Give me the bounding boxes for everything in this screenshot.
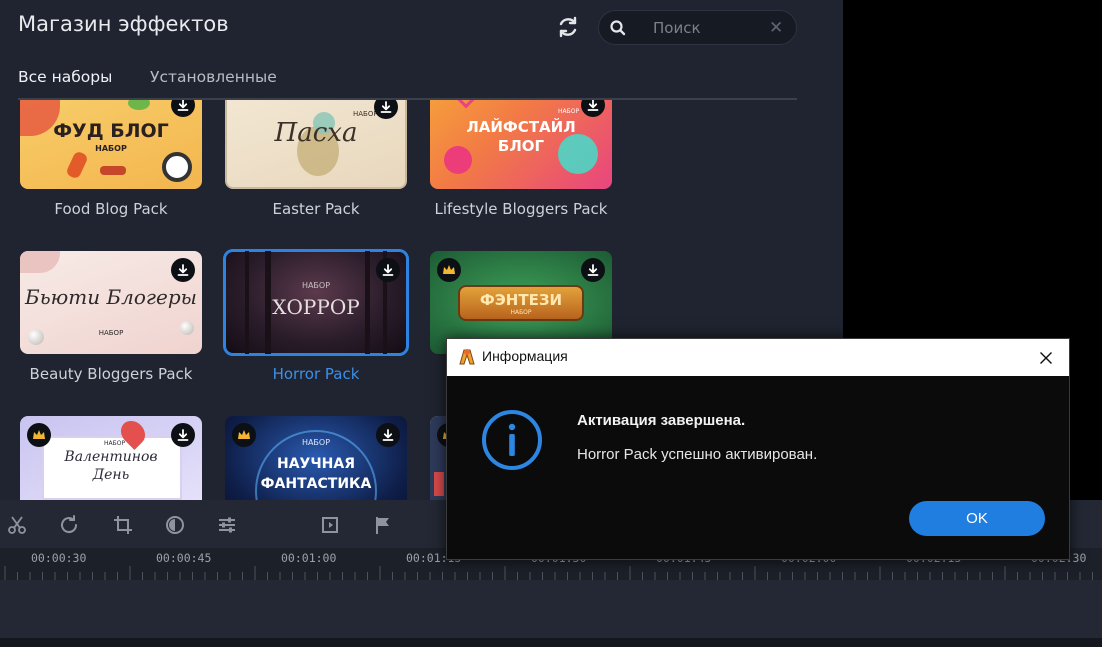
pack-thumbnail[interactable]: Бьюти Блогеры НАБОР bbox=[20, 251, 202, 354]
rotate-button[interactable] bbox=[56, 512, 82, 538]
pack-thumb-title: НАУЧНАЯ ФАНТАСТИКА bbox=[260, 456, 372, 492]
search-icon bbox=[610, 20, 626, 36]
search-box: ✕ bbox=[598, 10, 797, 45]
premium-badge bbox=[27, 423, 51, 447]
crop-icon bbox=[114, 516, 132, 534]
pack-card-beauty[interactable]: Бьюти Блогеры НАБОР Beauty Bloggers Pack bbox=[20, 251, 202, 384]
crown-icon bbox=[238, 430, 250, 439]
sliders-icon bbox=[219, 517, 235, 533]
pack-name: Lifestyle Bloggers Pack bbox=[434, 200, 608, 218]
pack-name: Easter Pack bbox=[272, 200, 360, 218]
scissors-icon bbox=[8, 516, 26, 534]
close-icon bbox=[1040, 352, 1052, 364]
pack-thumbnail[interactable]: Валентинов День НАБОР bbox=[20, 416, 202, 500]
tab-installed[interactable]: Установленные bbox=[150, 68, 277, 86]
pack-thumb-sub: НАБОР bbox=[104, 440, 126, 447]
timeline-track[interactable] bbox=[0, 580, 1102, 638]
pack-thumbnail[interactable]: НАБОР НАУЧНАЯ ФАНТАСТИКА bbox=[225, 416, 407, 500]
download-button[interactable] bbox=[171, 423, 195, 447]
refresh-icon bbox=[559, 16, 577, 38]
pack-name: Beauty Bloggers Pack bbox=[29, 365, 193, 383]
download-icon bbox=[382, 429, 394, 441]
download-button[interactable] bbox=[376, 258, 400, 282]
download-icon bbox=[177, 100, 189, 111]
pack-thumb-sub: НАБОР bbox=[558, 108, 580, 115]
ok-button[interactable]: OK bbox=[909, 501, 1045, 536]
crown-icon bbox=[443, 265, 455, 274]
dialog-heading: Активация завершена. bbox=[577, 412, 746, 429]
info-icon bbox=[482, 410, 542, 470]
app-logo-icon bbox=[459, 349, 475, 365]
pack-name: Food Blog Pack bbox=[54, 200, 168, 218]
tab-all-packs[interactable]: Все наборы bbox=[18, 68, 112, 86]
pack-thumb-sub: НАБОР bbox=[301, 281, 331, 290]
pack-thumb-title: Пасха bbox=[274, 118, 358, 148]
timecode-label: 00:01:00 bbox=[281, 551, 337, 565]
app-window: Магазин эффектов ✕ Все наборы Установлен… bbox=[0, 0, 1102, 647]
download-icon bbox=[587, 100, 599, 111]
pack-thumb-title: ФЭНТЕЗИ bbox=[479, 291, 563, 309]
pack-thumb-title: Валентинов День bbox=[64, 449, 158, 483]
pack-thumb-sub: НАБОР bbox=[510, 309, 532, 316]
premium-badge bbox=[437, 258, 461, 282]
download-icon bbox=[382, 264, 394, 276]
pack-thumb-title: Бьюти Блогеры bbox=[25, 285, 197, 309]
pack-card-horror[interactable]: НАБОР ХОРРОР Horror Pack bbox=[223, 249, 409, 384]
download-button[interactable] bbox=[171, 258, 195, 282]
pack-thumbnail[interactable]: ФУД БЛОГ НАБОР bbox=[20, 100, 202, 189]
premium-badge bbox=[232, 423, 256, 447]
clear-search-icon[interactable]: ✕ bbox=[769, 18, 783, 38]
info-dialog: Информация Активация завершена. Horror P… bbox=[446, 338, 1070, 560]
marker-button[interactable] bbox=[370, 512, 396, 538]
pack-name: Horror Pack bbox=[272, 365, 360, 383]
store-tabs: Все наборы Установленные bbox=[18, 68, 797, 100]
search-input[interactable] bbox=[653, 17, 763, 39]
download-button[interactable] bbox=[171, 100, 195, 117]
pack-thumbnail[interactable]: ЛАЙФСТАЙЛ БЛОГ НАБОР bbox=[430, 100, 612, 189]
pack-card-sci-fi[interactable]: НАБОР НАУЧНАЯ ФАНТАСТИКА bbox=[225, 416, 407, 500]
download-icon bbox=[177, 429, 189, 441]
clip-icon bbox=[322, 517, 338, 533]
pack-card-valentines[interactable]: Валентинов День НАБОР bbox=[20, 416, 202, 500]
pack-thumb-title: ФУД БЛОГ bbox=[53, 120, 169, 142]
store-title: Магазин эффектов bbox=[18, 12, 229, 36]
rotate-icon bbox=[61, 515, 78, 534]
ruler-ticks bbox=[4, 566, 1093, 580]
contrast-icon bbox=[166, 516, 184, 534]
refresh-button[interactable] bbox=[554, 13, 582, 41]
pack-card-food-blog[interactable]: ФУД БЛОГ НАБОР Food Blog Pack bbox=[20, 100, 202, 219]
download-button[interactable] bbox=[376, 423, 400, 447]
properties-button[interactable] bbox=[214, 512, 240, 538]
cut-button[interactable] bbox=[4, 512, 30, 538]
dialog-titlebar: Информация bbox=[447, 339, 1069, 376]
download-button[interactable] bbox=[374, 100, 398, 119]
pack-thumbnail[interactable]: НАБОР ХОРРОР bbox=[223, 249, 409, 356]
clip-properties-button[interactable] bbox=[318, 512, 344, 538]
pack-thumb-sub: НАБОР bbox=[98, 329, 124, 337]
download-icon bbox=[587, 264, 599, 276]
download-button[interactable] bbox=[581, 258, 605, 282]
download-icon bbox=[380, 101, 392, 113]
download-icon bbox=[177, 264, 189, 276]
flag-icon bbox=[376, 517, 389, 534]
crop-button[interactable] bbox=[110, 512, 136, 538]
pack-card-lifestyle[interactable]: ЛАЙФСТАЙЛ БЛОГ НАБОР Lifestyle Bloggers … bbox=[430, 100, 612, 219]
pack-thumb-title: ХОРРОР bbox=[272, 295, 360, 319]
dialog-title: Информация bbox=[482, 348, 568, 364]
pack-thumbnail[interactable]: Пасха НАБОР bbox=[225, 100, 407, 189]
dialog-message: Horror Pack успешно активирован. bbox=[577, 446, 818, 463]
color-adjust-button[interactable] bbox=[162, 512, 188, 538]
timecode-label: 00:00:45 bbox=[156, 551, 212, 565]
pack-card-easter[interactable]: Пасха НАБОР Easter Pack bbox=[225, 100, 407, 219]
dialog-close-button[interactable] bbox=[1033, 345, 1059, 371]
timecode-label: 00:00:30 bbox=[31, 551, 87, 565]
download-button[interactable] bbox=[581, 100, 605, 117]
timeline-footer bbox=[0, 638, 1102, 647]
crown-icon bbox=[33, 430, 45, 439]
